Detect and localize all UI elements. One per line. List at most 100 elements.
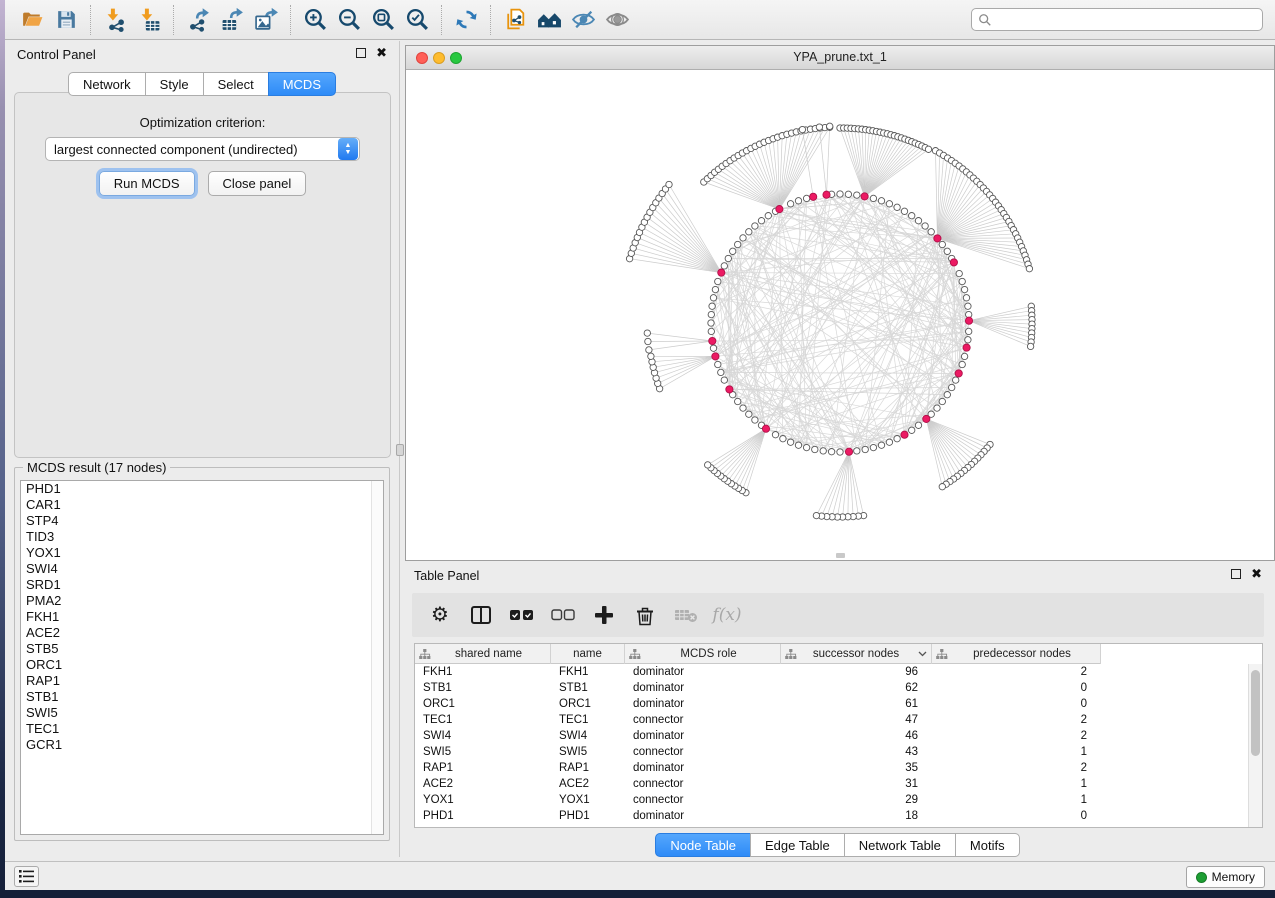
network-node[interactable] [953, 377, 959, 383]
table-row[interactable]: SWI5SWI5connector431 [415, 744, 1248, 760]
mcds-result-item[interactable]: YOX1 [21, 545, 383, 561]
network-node[interactable] [816, 124, 822, 130]
column-header-successor-nodes[interactable]: successor nodes [781, 644, 932, 664]
network-node[interactable] [746, 229, 752, 235]
cell-shared-name[interactable]: STB1 [415, 680, 551, 696]
network-node[interactable] [746, 411, 752, 417]
cell-predecessor-nodes[interactable]: 0 [932, 696, 1101, 712]
cell-name[interactable]: SWI4 [551, 728, 625, 744]
network-node[interactable] [965, 303, 971, 309]
network-node[interactable] [862, 446, 868, 452]
cell-successor-nodes[interactable]: 61 [781, 696, 932, 712]
tab-edge-table[interactable]: Edge Table [750, 833, 845, 857]
network-node[interactable] [712, 286, 718, 292]
network-node[interactable] [878, 198, 884, 204]
network-node[interactable] [765, 213, 771, 219]
cell-mcds-role[interactable]: connector [625, 712, 781, 728]
network-node[interactable] [878, 442, 884, 448]
zoom-selected-icon[interactable] [400, 4, 434, 36]
network-node[interactable] [812, 446, 818, 452]
close-panel-icon[interactable]: ✖ [376, 45, 387, 61]
result-list-scrollbar[interactable] [371, 481, 383, 834]
network-node[interactable] [837, 191, 843, 197]
cell-successor-nodes[interactable]: 31 [781, 776, 932, 792]
table-row[interactable]: SWI4SWI4dominator462 [415, 728, 1248, 744]
cell-predecessor-nodes[interactable]: 2 [932, 712, 1101, 728]
mcds-result-item[interactable]: RAP1 [21, 673, 383, 689]
zoom-out-icon[interactable] [332, 4, 366, 36]
close-panel-button[interactable]: Close panel [208, 171, 307, 196]
network-node[interactable] [648, 353, 654, 359]
select-all-columns-icon[interactable] [510, 603, 534, 627]
network-node[interactable] [1026, 266, 1032, 272]
network-node[interactable] [922, 223, 928, 229]
cell-mcds-role[interactable]: dominator [625, 664, 781, 680]
export-image-icon[interactable] [249, 4, 283, 36]
cell-successor-nodes[interactable]: 29 [781, 792, 932, 808]
cell-successor-nodes[interactable]: 62 [781, 680, 932, 696]
network-node[interactable] [944, 248, 950, 254]
cell-name[interactable]: STB1 [551, 680, 625, 696]
optimization-criterion-select[interactable]: largest connected component (undirected)… [45, 137, 360, 161]
network-node[interactable] [854, 448, 860, 454]
cell-mcds-role[interactable]: connector [625, 776, 781, 792]
table-row[interactable]: FKH1FKH1dominator962 [415, 664, 1248, 680]
export-table-icon[interactable] [215, 4, 249, 36]
network-node[interactable] [928, 229, 934, 235]
cell-mcds-role[interactable]: dominator [625, 696, 781, 712]
tab-network[interactable]: Network [68, 72, 146, 96]
cell-shared-name[interactable]: SWI5 [415, 744, 551, 760]
network-node[interactable] [827, 123, 833, 129]
network-node[interactable] [758, 218, 764, 224]
network-node[interactable] [803, 195, 809, 201]
cell-predecessor-nodes[interactable]: 1 [932, 776, 1101, 792]
network-node[interactable] [813, 512, 819, 518]
run-mcds-button[interactable]: Run MCDS [99, 171, 195, 196]
table-row[interactable]: ACE2ACE2connector311 [415, 776, 1248, 792]
tab-style[interactable]: Style [145, 72, 204, 96]
network-node[interactable] [837, 449, 843, 455]
network-node[interactable] [963, 295, 969, 301]
cell-mcds-role[interactable]: dominator [625, 680, 781, 696]
network-node[interactable] [708, 311, 714, 317]
network-node[interactable] [710, 345, 716, 351]
network-node[interactable] [956, 270, 962, 276]
network-node[interactable] [718, 369, 724, 375]
column-header-MCDS-role[interactable]: MCDS role [625, 644, 781, 664]
network-node[interactable] [799, 126, 805, 132]
cell-successor-nodes[interactable]: 47 [781, 712, 932, 728]
cell-shared-name[interactable]: PHD1 [415, 808, 551, 824]
cell-predecessor-nodes[interactable]: 1 [932, 744, 1101, 760]
network-node[interactable] [901, 208, 907, 214]
network-node[interactable] [735, 398, 741, 404]
network-graph[interactable] [406, 70, 1274, 560]
cell-predecessor-nodes[interactable]: 2 [932, 664, 1101, 680]
network-node[interactable] [715, 361, 721, 367]
cell-name[interactable]: ACE2 [551, 776, 625, 792]
mcds-result-item[interactable]: PHD1 [21, 481, 383, 497]
cell-successor-nodes[interactable]: 35 [781, 760, 932, 776]
network-dominator-node[interactable] [934, 235, 941, 242]
horizontal-splitter-handle[interactable] [836, 553, 845, 558]
mcds-result-item[interactable]: TID3 [21, 529, 383, 545]
network-dominator-node[interactable] [923, 415, 930, 422]
cell-name[interactable]: PHD1 [551, 808, 625, 824]
cell-successor-nodes[interactable]: 96 [781, 664, 932, 680]
mcds-result-item[interactable]: STB1 [21, 689, 383, 705]
network-node[interactable] [915, 422, 921, 428]
task-history-button[interactable] [14, 866, 39, 887]
cell-shared-name[interactable]: ORC1 [415, 696, 551, 712]
network-node[interactable] [939, 484, 945, 490]
network-node[interactable] [959, 278, 965, 284]
network-node[interactable] [886, 439, 892, 445]
vertical-splitter-handle[interactable] [396, 444, 404, 456]
network-node[interactable] [725, 255, 731, 261]
network-node[interactable] [944, 392, 950, 398]
float-table-panel-icon[interactable] [1231, 569, 1241, 579]
network-node[interactable] [795, 198, 801, 204]
network-node[interactable] [915, 218, 921, 224]
network-dominator-node[interactable] [950, 259, 957, 266]
mcds-result-item[interactable]: CAR1 [21, 497, 383, 513]
tab-network-table[interactable]: Network Table [844, 833, 956, 857]
cell-name[interactable]: TEC1 [551, 712, 625, 728]
